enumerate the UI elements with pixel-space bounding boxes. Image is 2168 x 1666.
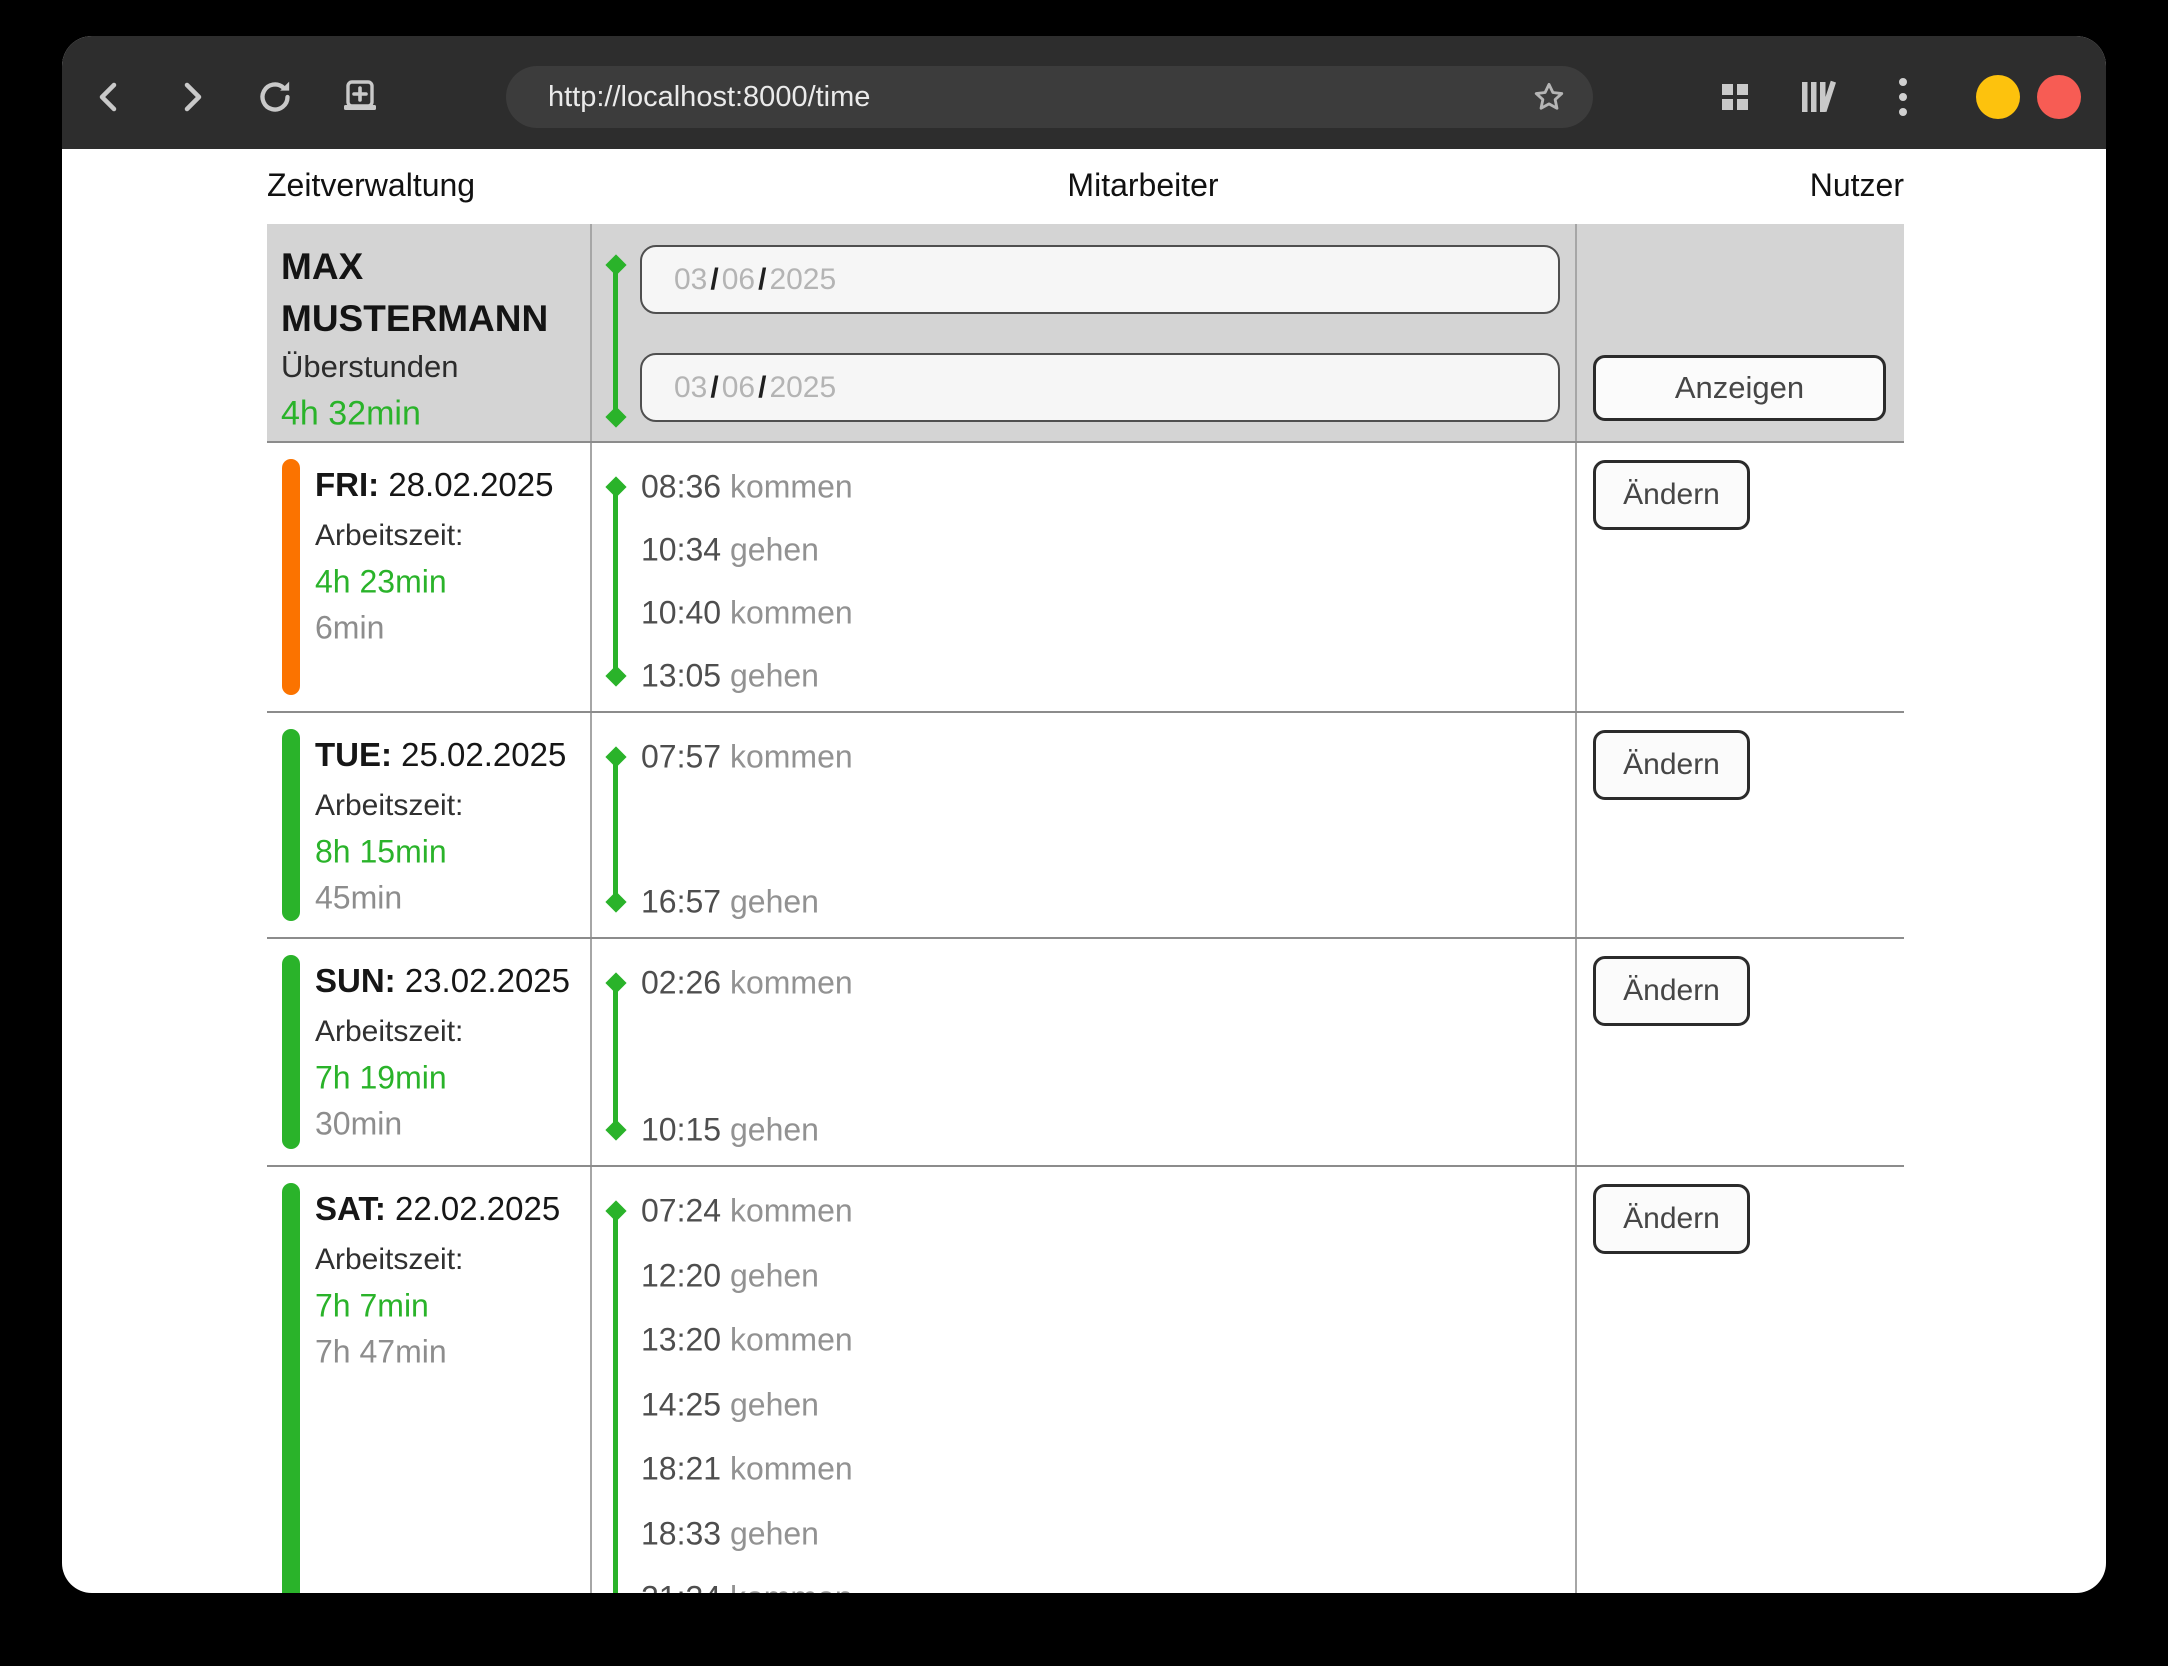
- work-period-endpoint: [605, 972, 626, 993]
- date-separator: /: [758, 371, 766, 404]
- day-date-label: TUE: 25.02.2025: [315, 736, 566, 774]
- date-separator: /: [710, 263, 718, 296]
- menu-icon: [1897, 75, 1909, 119]
- grid-icon: [1718, 80, 1752, 114]
- day-status-bar: [282, 955, 300, 1149]
- reload-button[interactable]: [253, 75, 297, 119]
- url-bar[interactable]: http://localhost:8000/time: [506, 66, 1593, 128]
- time-entry: 08:36 kommen: [641, 469, 853, 506]
- day-status-bar: [282, 459, 300, 695]
- time-entry: 10:15 gehen: [641, 1112, 819, 1149]
- date-to-input[interactable]: 03/06/2025: [640, 353, 1560, 422]
- aendern-button[interactable]: Ändern: [1593, 730, 1750, 800]
- worktime-value: 7h 7min: [315, 1288, 429, 1325]
- day-date-label: SUN: 23.02.2025: [315, 962, 570, 1000]
- time-entry: 14:25 gehen: [641, 1386, 819, 1423]
- worktime-value: 4h 23min: [315, 564, 447, 601]
- work-period-endpoint: [605, 1119, 626, 1140]
- close-button[interactable]: [2037, 75, 2081, 119]
- aendern-button[interactable]: Ändern: [1593, 460, 1750, 530]
- day-date-label: SAT: 22.02.2025: [315, 1190, 560, 1228]
- date-from-input[interactable]: 03/06/2025: [640, 245, 1560, 314]
- time-entry: 18:21 kommen: [641, 1451, 853, 1488]
- employee-name-line2: MUSTERMANN: [281, 298, 548, 340]
- worktime-label: Arbeitszeit:: [315, 1015, 463, 1049]
- star-icon[interactable]: [1531, 79, 1567, 115]
- browser-window: http://localhost:8000/time: [62, 36, 2106, 1593]
- anzeigen-button[interactable]: Anzeigen: [1593, 355, 1886, 421]
- new-tab-button[interactable]: [338, 75, 382, 119]
- day-status-bar: [282, 729, 300, 921]
- time-entry: 13:20 kommen: [641, 1322, 853, 1359]
- time-entry: 10:34 gehen: [641, 532, 819, 569]
- time-entry: 12:20 gehen: [641, 1257, 819, 1294]
- day-row: TUE: 25.02.2025 Arbeitszeit: 8h 15min 45min…: [267, 711, 1904, 937]
- day-row: SUN: 23.02.2025 Arbeitszeit: 7h 19min 30min…: [267, 937, 1904, 1165]
- date-to-day[interactable]: 06: [722, 371, 755, 404]
- time-entry: 18:33 gehen: [641, 1515, 819, 1552]
- time-entry: 13:05 gehen: [641, 658, 819, 695]
- work-period-endpoint: [605, 665, 626, 686]
- work-period-line: [613, 1211, 618, 1593]
- work-period-line: [613, 487, 618, 676]
- date-separator: /: [758, 263, 766, 296]
- library-button[interactable]: [1796, 75, 1840, 119]
- day-status-bar: [282, 1183, 300, 1593]
- aendern-button[interactable]: Ändern: [1593, 956, 1750, 1026]
- break-or-overtime-value: 7h 47min: [315, 1334, 447, 1371]
- work-period-line: [613, 983, 618, 1130]
- back-icon: [94, 80, 124, 114]
- nav-zeitverwaltung[interactable]: Zeitverwaltung: [267, 165, 475, 205]
- forward-icon: [177, 80, 207, 114]
- break-or-overtime-value: 30min: [315, 1106, 402, 1143]
- url-text[interactable]: http://localhost:8000/time: [548, 66, 870, 128]
- day-date-label: FRI: 28.02.2025: [315, 466, 554, 504]
- break-or-overtime-value: 45min: [315, 880, 402, 917]
- break-or-overtime-value: 6min: [315, 610, 384, 647]
- work-period-endpoint: [605, 891, 626, 912]
- aendern-button[interactable]: Ändern: [1593, 1184, 1750, 1254]
- date-range-line: [613, 265, 618, 417]
- work-period-line: [613, 757, 618, 902]
- screen: http://localhost:8000/time: [0, 0, 2168, 1666]
- date-from-day[interactable]: 06: [722, 263, 755, 296]
- day-row: FRI: 28.02.2025 Arbeitszeit: 4h 23min 6min 0…: [267, 441, 1904, 711]
- time-entry: 02:26 kommen: [641, 965, 853, 1002]
- worktime-value: 7h 19min: [315, 1060, 447, 1097]
- time-entry: 16:57 gehen: [641, 884, 819, 921]
- reload-icon: [255, 77, 295, 117]
- new-tab-icon: [339, 76, 381, 118]
- time-entry: 21:34 kommen: [641, 1580, 853, 1594]
- worktime-value: 8h 15min: [315, 834, 447, 871]
- nav-mitarbeiter[interactable]: Mitarbeiter: [1067, 165, 1218, 205]
- day-row: SAT: 22.02.2025 Arbeitszeit: 7h 7min 7h 47m…: [267, 1165, 1904, 1593]
- worktime-label: Arbeitszeit:: [315, 1243, 463, 1277]
- date-to-year[interactable]: 2025: [769, 371, 836, 404]
- overtime-value: 4h 32min: [281, 395, 421, 434]
- tab-overview-button[interactable]: [1713, 75, 1757, 119]
- library-icon: [1797, 78, 1839, 116]
- date-separator: /: [710, 371, 718, 404]
- date-to-month[interactable]: 03: [674, 371, 707, 404]
- date-from-month[interactable]: 03: [674, 263, 707, 296]
- overtime-label: Überstunden: [281, 349, 459, 385]
- menu-button[interactable]: [1881, 75, 1925, 119]
- time-entry: 07:57 kommen: [641, 739, 853, 776]
- worktime-label: Arbeitszeit:: [315, 789, 463, 823]
- work-period-endpoint: [605, 746, 626, 767]
- time-entry: 10:40 kommen: [641, 595, 853, 632]
- forward-button[interactable]: [170, 75, 214, 119]
- work-period-endpoint: [605, 1200, 626, 1221]
- work-period-endpoint: [605, 476, 626, 497]
- date-from-year[interactable]: 2025: [769, 263, 836, 296]
- back-button[interactable]: [87, 75, 131, 119]
- nav-nutzer[interactable]: Nutzer: [1810, 165, 1904, 205]
- browser-toolbar: http://localhost:8000/time: [62, 36, 2106, 149]
- time-entry: 07:24 kommen: [641, 1193, 853, 1230]
- worktime-label: Arbeitszeit:: [315, 519, 463, 553]
- employee-name-line1: MAX: [281, 246, 363, 288]
- minimize-button[interactable]: [1976, 75, 2020, 119]
